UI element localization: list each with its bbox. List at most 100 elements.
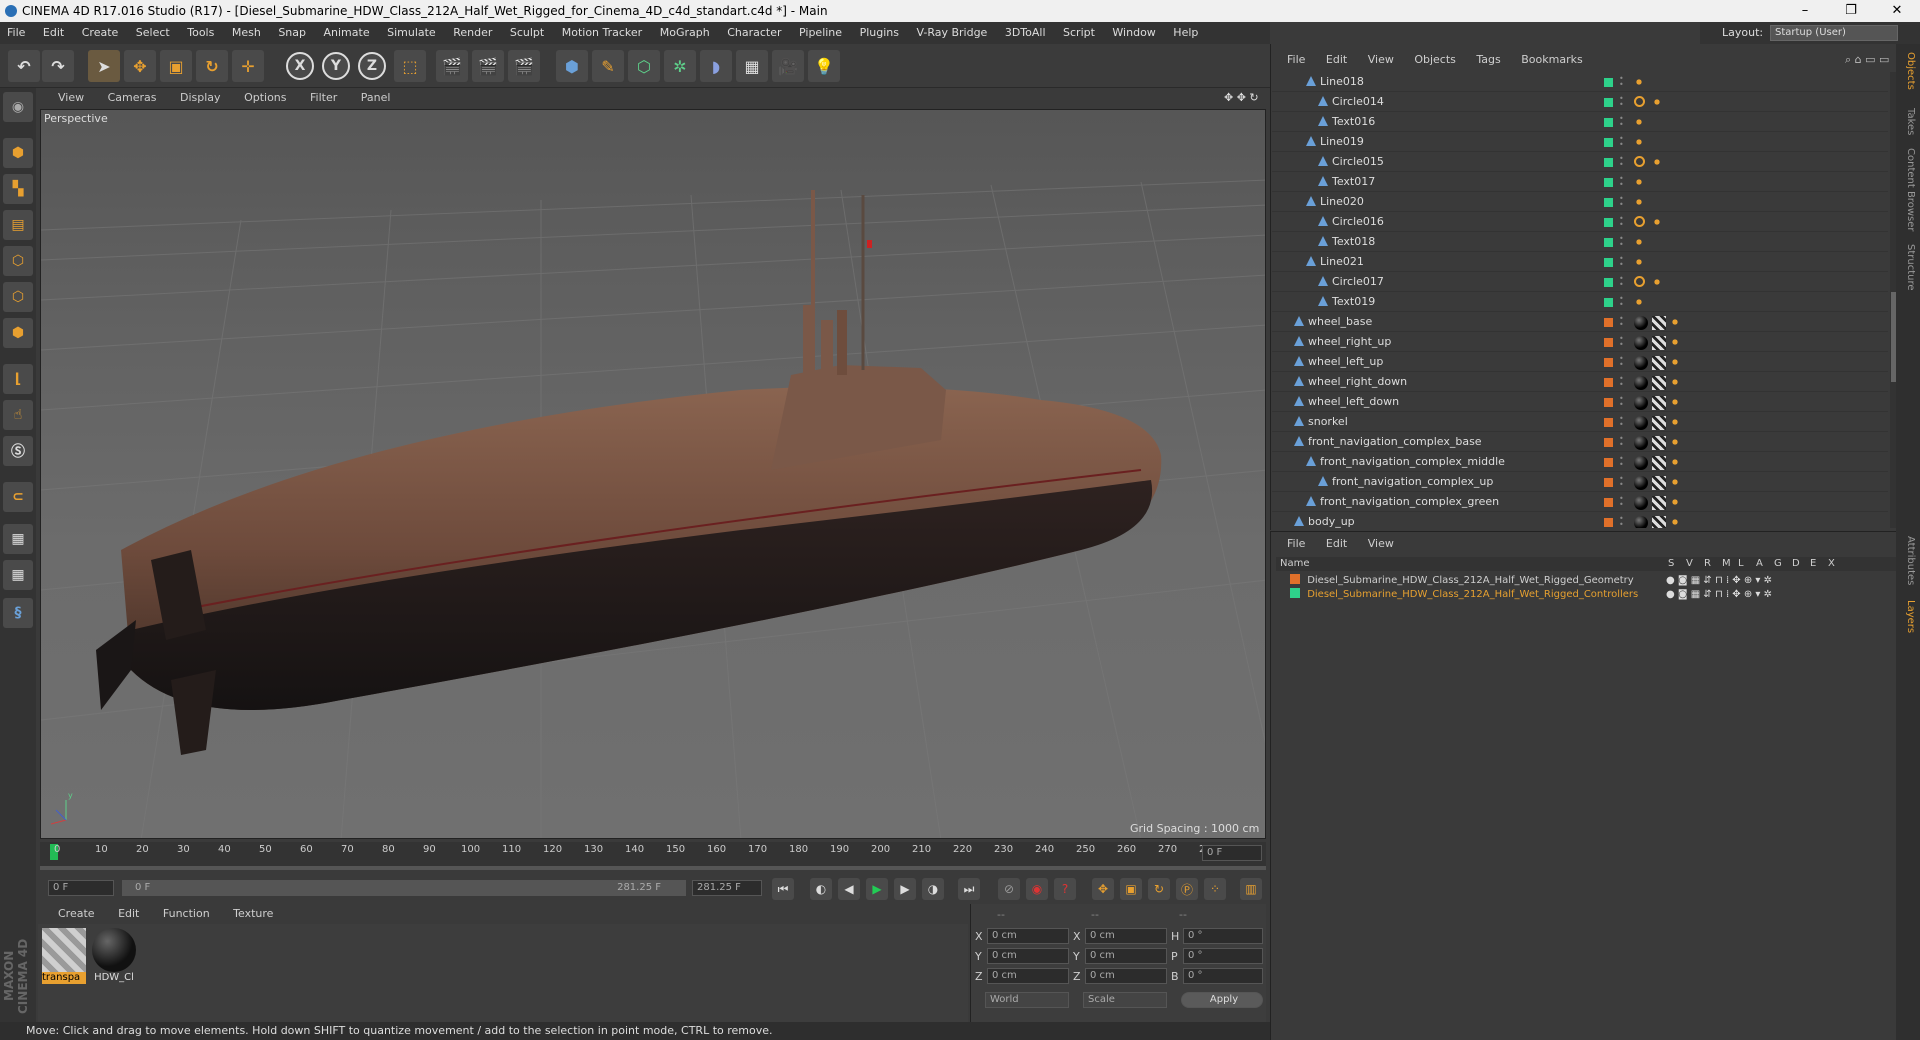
coord-system-dropdown[interactable]: World [985, 992, 1069, 1008]
layer-color-icon[interactable] [1604, 278, 1613, 287]
obj-menu-objects[interactable]: Objects [1414, 53, 1456, 66]
layer-menu-file[interactable]: File [1287, 537, 1305, 550]
xpresso-tag-icon[interactable] [1670, 397, 1680, 407]
3d-viewport[interactable]: y [40, 109, 1266, 839]
object-row[interactable]: Circle016 • • [1272, 212, 1888, 232]
layer-color-icon[interactable] [1604, 338, 1613, 347]
layer-menu-edit[interactable]: Edit [1326, 537, 1347, 550]
texture-tag-icon[interactable] [1652, 336, 1666, 350]
apply-button[interactable]: Apply [1181, 992, 1263, 1008]
object-row[interactable]: front_navigation_complex_green • • [1272, 492, 1888, 512]
visibility-dots-icon[interactable]: • • [1619, 375, 1624, 389]
vp-menu-options[interactable]: Options [244, 91, 286, 104]
z-axis-lock-button[interactable]: Z [358, 52, 386, 80]
obj-menu-tags[interactable]: Tags [1476, 53, 1500, 66]
menu-pipeline[interactable]: Pipeline [799, 26, 842, 39]
previous-frame-icon[interactable]: ◀ [838, 878, 860, 900]
python-icon[interactable]: § [3, 598, 33, 628]
object-row[interactable]: Text017 • • [1272, 172, 1888, 192]
texture-tag-icon[interactable] [1652, 456, 1666, 470]
xpresso-tag-icon[interactable] [1670, 337, 1680, 347]
object-row[interactable]: Line021 • • [1272, 252, 1888, 272]
xpresso-tag-icon[interactable] [1634, 297, 1644, 307]
next-key-icon[interactable]: ◑ [922, 878, 944, 900]
object-row[interactable]: front_navigation_complex_up • • [1272, 472, 1888, 492]
object-row[interactable]: Circle014 • • [1272, 92, 1888, 112]
mat-menu-function[interactable]: Function [163, 907, 210, 920]
snap-icon[interactable]: Ⓢ [3, 436, 33, 466]
xpresso-tag-icon[interactable] [1652, 157, 1662, 167]
key-rotation-icon[interactable]: ↻ [1148, 878, 1170, 900]
magnet-icon[interactable]: ⊂ [3, 482, 33, 512]
visibility-dots-icon[interactable]: • • [1619, 175, 1624, 189]
layer-color-icon[interactable] [1604, 478, 1613, 487]
protection-tag-icon[interactable] [1634, 156, 1645, 167]
object-row[interactable]: wheel_base • • [1272, 312, 1888, 332]
object-row[interactable]: Line018 • • [1272, 72, 1888, 92]
render-picture-viewer-icon[interactable]: 🎬 [472, 50, 504, 82]
vp-menu-display[interactable]: Display [180, 91, 221, 104]
material-tag-icon[interactable] [1634, 316, 1648, 330]
material-tag-icon[interactable] [1634, 336, 1648, 350]
start-frame-field[interactable]: 0 F [48, 880, 114, 896]
layer-menu-view[interactable]: View [1368, 537, 1394, 550]
menu-help[interactable]: Help [1173, 26, 1198, 39]
object-row[interactable]: Text016 • • [1272, 112, 1888, 132]
menu-edit[interactable]: Edit [43, 26, 64, 39]
cube-primitive-icon[interactable]: ⬢ [556, 50, 588, 82]
layer-color-icon[interactable] [1604, 398, 1613, 407]
camera-icon[interactable]: 🎥 [772, 50, 804, 82]
xpresso-tag-icon[interactable] [1670, 457, 1680, 467]
xpresso-tag-icon[interactable] [1670, 517, 1680, 527]
next-frame-icon[interactable]: ▶ [894, 878, 916, 900]
timeline-ruler[interactable]: 0 10 20 30 40 50 60 70 80 90 100 110 120… [40, 842, 1266, 866]
material-tag-icon[interactable] [1634, 436, 1648, 450]
visibility-dots-icon[interactable]: • • [1619, 95, 1624, 109]
layer-color-swatch[interactable] [1290, 588, 1300, 598]
size-z-field[interactable]: 0 cm [1085, 968, 1167, 984]
layer-color-icon[interactable] [1604, 438, 1613, 447]
layer-color-icon[interactable] [1604, 178, 1613, 187]
go-to-end-icon[interactable]: ⏭ [958, 878, 980, 900]
visibility-dots-icon[interactable]: • • [1619, 155, 1624, 169]
layer-color-icon[interactable] [1604, 378, 1613, 387]
layer-color-icon[interactable] [1604, 118, 1613, 127]
xpresso-tag-icon[interactable] [1634, 177, 1644, 187]
xpresso-tag-icon[interactable] [1634, 117, 1644, 127]
menu-plugins[interactable]: Plugins [860, 26, 899, 39]
texture-tag-icon[interactable] [1652, 396, 1666, 410]
xpresso-tag-icon[interactable] [1670, 357, 1680, 367]
rotation-p-field[interactable]: 0 ° [1183, 948, 1263, 964]
make-editable-icon[interactable]: ◉ [3, 92, 33, 122]
object-row[interactable]: wheel_left_down • • [1272, 392, 1888, 412]
xpresso-tag-icon[interactable] [1634, 137, 1644, 147]
menu-vray-bridge[interactable]: V-Ray Bridge [916, 26, 987, 39]
end-frame-field[interactable]: 281.25 F [692, 880, 762, 896]
layer-color-icon[interactable] [1604, 358, 1613, 367]
object-row[interactable]: wheel_right_up • • [1272, 332, 1888, 352]
key-scale-icon[interactable]: ▣ [1120, 878, 1142, 900]
layer-color-swatch[interactable] [1290, 574, 1300, 584]
layer-row[interactable]: Diesel_Submarine_HDW_Class_212A_Half_Wet… [1290, 574, 1670, 588]
layer-color-icon[interactable] [1604, 318, 1613, 327]
motion-path-icon[interactable]: ⊘ [998, 878, 1020, 900]
texture-mode-icon[interactable]: ▚ [3, 174, 33, 204]
scale-tool-icon[interactable]: ▣ [160, 50, 192, 82]
menu-animate[interactable]: Animate [324, 26, 370, 39]
visibility-dots-icon[interactable]: • • [1619, 275, 1624, 289]
object-row[interactable]: Text018 • • [1272, 232, 1888, 252]
maximize-button[interactable]: ❐ [1828, 0, 1874, 22]
rotation-h-field[interactable]: 0 ° [1183, 928, 1263, 944]
layer-color-icon[interactable] [1604, 218, 1613, 227]
subdivision-icon[interactable]: ⬡ [628, 50, 660, 82]
obj-menu-file[interactable]: File [1287, 53, 1305, 66]
layer-row[interactable]: Diesel_Submarine_HDW_Class_212A_Half_Wet… [1290, 588, 1670, 602]
obj-menu-bookmarks[interactable]: Bookmarks [1521, 53, 1582, 66]
auto-keying-icon[interactable]: ? [1054, 878, 1076, 900]
visibility-dots-icon[interactable]: • • [1619, 395, 1624, 409]
xpresso-tag-icon[interactable] [1652, 277, 1662, 287]
layer-color-icon[interactable] [1604, 198, 1613, 207]
floor-icon[interactable]: ▦ [736, 50, 768, 82]
mat-menu-create[interactable]: Create [58, 907, 95, 920]
rotate-tool-icon[interactable]: ↻ [196, 50, 228, 82]
